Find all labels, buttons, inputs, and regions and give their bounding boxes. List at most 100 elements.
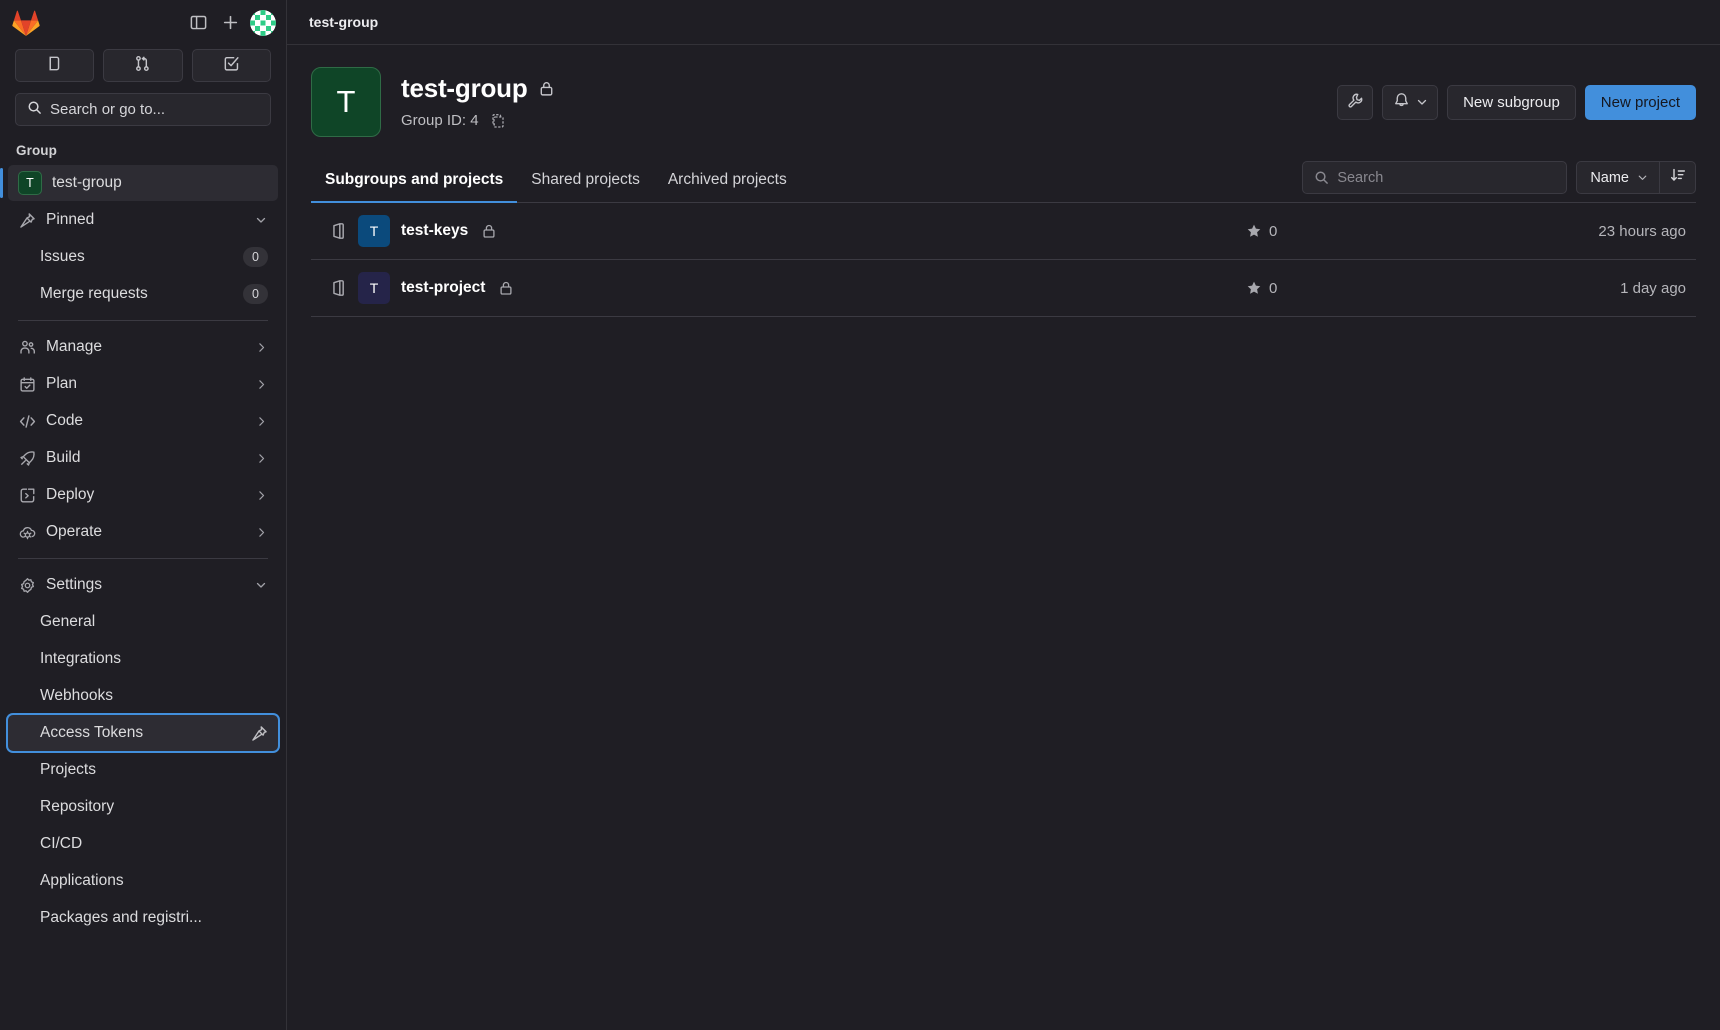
sidebar-item-label: Applications xyxy=(40,872,124,889)
sidebar-quick-actions xyxy=(0,45,286,82)
page-title: test-group xyxy=(401,72,528,103)
search-or-go-to-button[interactable]: Search or go to... xyxy=(15,93,271,126)
project-avatar: T xyxy=(358,272,390,304)
sidebar-item-label: Deploy xyxy=(46,486,95,503)
sidebar-item-label: Code xyxy=(46,412,84,429)
merge-requests-count-badge: 0 xyxy=(243,283,268,305)
sidebar-item-label: test-group xyxy=(52,174,122,191)
lock-icon xyxy=(538,80,555,97)
sidebar-item-code[interactable]: Code xyxy=(8,403,278,439)
quick-issues-button[interactable] xyxy=(15,49,95,82)
sidebar-item-label: Plan xyxy=(46,375,78,392)
calendar-icon xyxy=(18,375,36,393)
star-count-value: 0 xyxy=(1269,279,1278,297)
sidebar-item-plan[interactable]: Plan xyxy=(8,366,278,402)
sidebar-item-pinned[interactable]: Pinned xyxy=(8,202,278,238)
star-count-value: 0 xyxy=(1269,222,1278,240)
sidebar-toggle-icon[interactable] xyxy=(182,7,214,39)
sidebar-item-label: Operate xyxy=(46,523,103,540)
sidebar-item-webhooks[interactable]: Webhooks xyxy=(8,678,278,714)
copy-to-clipboard-icon[interactable] xyxy=(487,110,509,132)
quick-merge-requests-button[interactable] xyxy=(103,49,183,82)
sidebar-item-label: Repository xyxy=(40,798,115,815)
tab-archived-projects[interactable]: Archived projects xyxy=(654,161,801,202)
sidebar-item-label: Settings xyxy=(46,576,103,593)
sidebar-item-packages-and-registries[interactable]: Packages and registri... xyxy=(8,900,278,936)
sidebar-item-cicd[interactable]: CI/CD xyxy=(8,826,278,862)
sidebar-item-manage[interactable]: Manage xyxy=(8,329,278,365)
search-input[interactable] xyxy=(1337,169,1556,186)
gear-icon xyxy=(18,576,36,594)
sidebar-item-label: Packages and registri... xyxy=(40,909,202,926)
group-actions: New subgroup New project xyxy=(1337,84,1696,120)
project-info: T test-project xyxy=(329,272,1246,304)
sidebar-item-label: Build xyxy=(46,449,81,466)
chevron-right-icon xyxy=(255,489,268,502)
star-count[interactable]: 0 xyxy=(1246,223,1496,240)
sidebar-item-repository[interactable]: Repository xyxy=(8,789,278,825)
sidebar-item-label: Pinned xyxy=(46,211,95,228)
new-subgroup-button[interactable]: New subgroup xyxy=(1447,84,1576,120)
list-item[interactable]: T test-keys 0 23 hours ago xyxy=(311,203,1696,260)
sidebar-item-operate[interactable]: Operate xyxy=(8,514,278,550)
sidebar-item-label: Issues xyxy=(40,248,85,265)
sidebar-item-access-tokens[interactable]: Access Tokens xyxy=(8,715,278,751)
group-settings-wrench-button[interactable] xyxy=(1337,84,1374,120)
group-avatar-small: T xyxy=(18,171,42,195)
star-icon xyxy=(1246,280,1262,296)
main-content: test-group T test-group Group ID: 4 New … xyxy=(287,0,1720,1030)
project-info: T test-keys xyxy=(329,215,1246,247)
star-icon xyxy=(1246,223,1262,239)
sidebar-item-label: General xyxy=(40,613,96,630)
cloud-operate-icon xyxy=(18,523,36,541)
lock-icon xyxy=(481,223,497,239)
gitlab-logo-icon[interactable] xyxy=(12,10,40,36)
sidebar: Search or go to... Group T test-group Pi… xyxy=(0,0,287,1030)
star-count[interactable]: 0 xyxy=(1246,280,1496,297)
sidebar-nav: Group T test-group Pinned Issues 0 Merge… xyxy=(0,126,286,1030)
sort-direction-button[interactable] xyxy=(1659,161,1696,194)
plus-icon[interactable] xyxy=(214,7,246,39)
issues-count-badge: 0 xyxy=(243,246,268,268)
user-avatar-identicon[interactable] xyxy=(250,9,276,36)
new-project-button[interactable]: New project xyxy=(1584,84,1696,120)
updated-timestamp: 23 hours ago xyxy=(1598,222,1686,240)
lock-icon xyxy=(498,280,514,296)
group-header: T test-group Group ID: 4 New subgroup Ne… xyxy=(311,45,1696,157)
sidebar-divider-2 xyxy=(18,558,268,559)
quick-todo-button[interactable] xyxy=(191,49,271,82)
group-id-row: Group ID: 4 xyxy=(401,110,1317,132)
sort-descending-icon xyxy=(1670,167,1686,188)
sidebar-top-bar xyxy=(0,0,286,45)
sidebar-item-issues[interactable]: Issues 0 xyxy=(8,239,278,275)
sidebar-item-settings[interactable]: Settings xyxy=(8,567,278,603)
sort-controls: Name xyxy=(1576,161,1696,194)
sidebar-item-integrations[interactable]: Integrations xyxy=(8,641,278,677)
list-toolbar: Name xyxy=(1302,161,1696,202)
sidebar-item-general[interactable]: General xyxy=(8,604,278,640)
group-id-text: Group ID: 4 xyxy=(401,112,479,129)
search-input-wrapper[interactable] xyxy=(1302,161,1568,194)
nested-namespace-icon xyxy=(329,222,347,240)
tab-subgroups-and-projects[interactable]: Subgroups and projects xyxy=(311,161,518,203)
sidebar-item-deploy[interactable]: Deploy xyxy=(8,477,278,513)
chevron-down-icon xyxy=(1636,171,1649,184)
sidebar-item-applications[interactable]: Applications xyxy=(8,863,278,899)
pin-icon[interactable] xyxy=(251,725,268,742)
sidebar-item-label: Manage xyxy=(46,338,103,355)
group-avatar: T xyxy=(311,67,381,137)
breadcrumb-item-group[interactable]: test-group xyxy=(309,14,378,30)
sort-field-dropdown[interactable]: Name xyxy=(1576,161,1659,194)
sidebar-item-merge-requests[interactable]: Merge requests 0 xyxy=(8,276,278,312)
notifications-dropdown-button[interactable] xyxy=(1382,84,1439,120)
sidebar-item-projects[interactable]: Projects xyxy=(8,752,278,788)
sidebar-item-label: CI/CD xyxy=(40,835,83,852)
project-name[interactable]: test-project xyxy=(401,279,485,297)
project-name[interactable]: test-keys xyxy=(401,222,468,240)
tab-shared-projects[interactable]: Shared projects xyxy=(517,161,654,202)
sidebar-item-label: Projects xyxy=(40,761,96,778)
sidebar-item-build[interactable]: Build xyxy=(8,440,278,476)
sidebar-item-test-group[interactable]: T test-group xyxy=(0,165,278,201)
sidebar-section-label: Group xyxy=(16,143,57,158)
list-item[interactable]: T test-project 0 1 day ago xyxy=(311,260,1696,317)
